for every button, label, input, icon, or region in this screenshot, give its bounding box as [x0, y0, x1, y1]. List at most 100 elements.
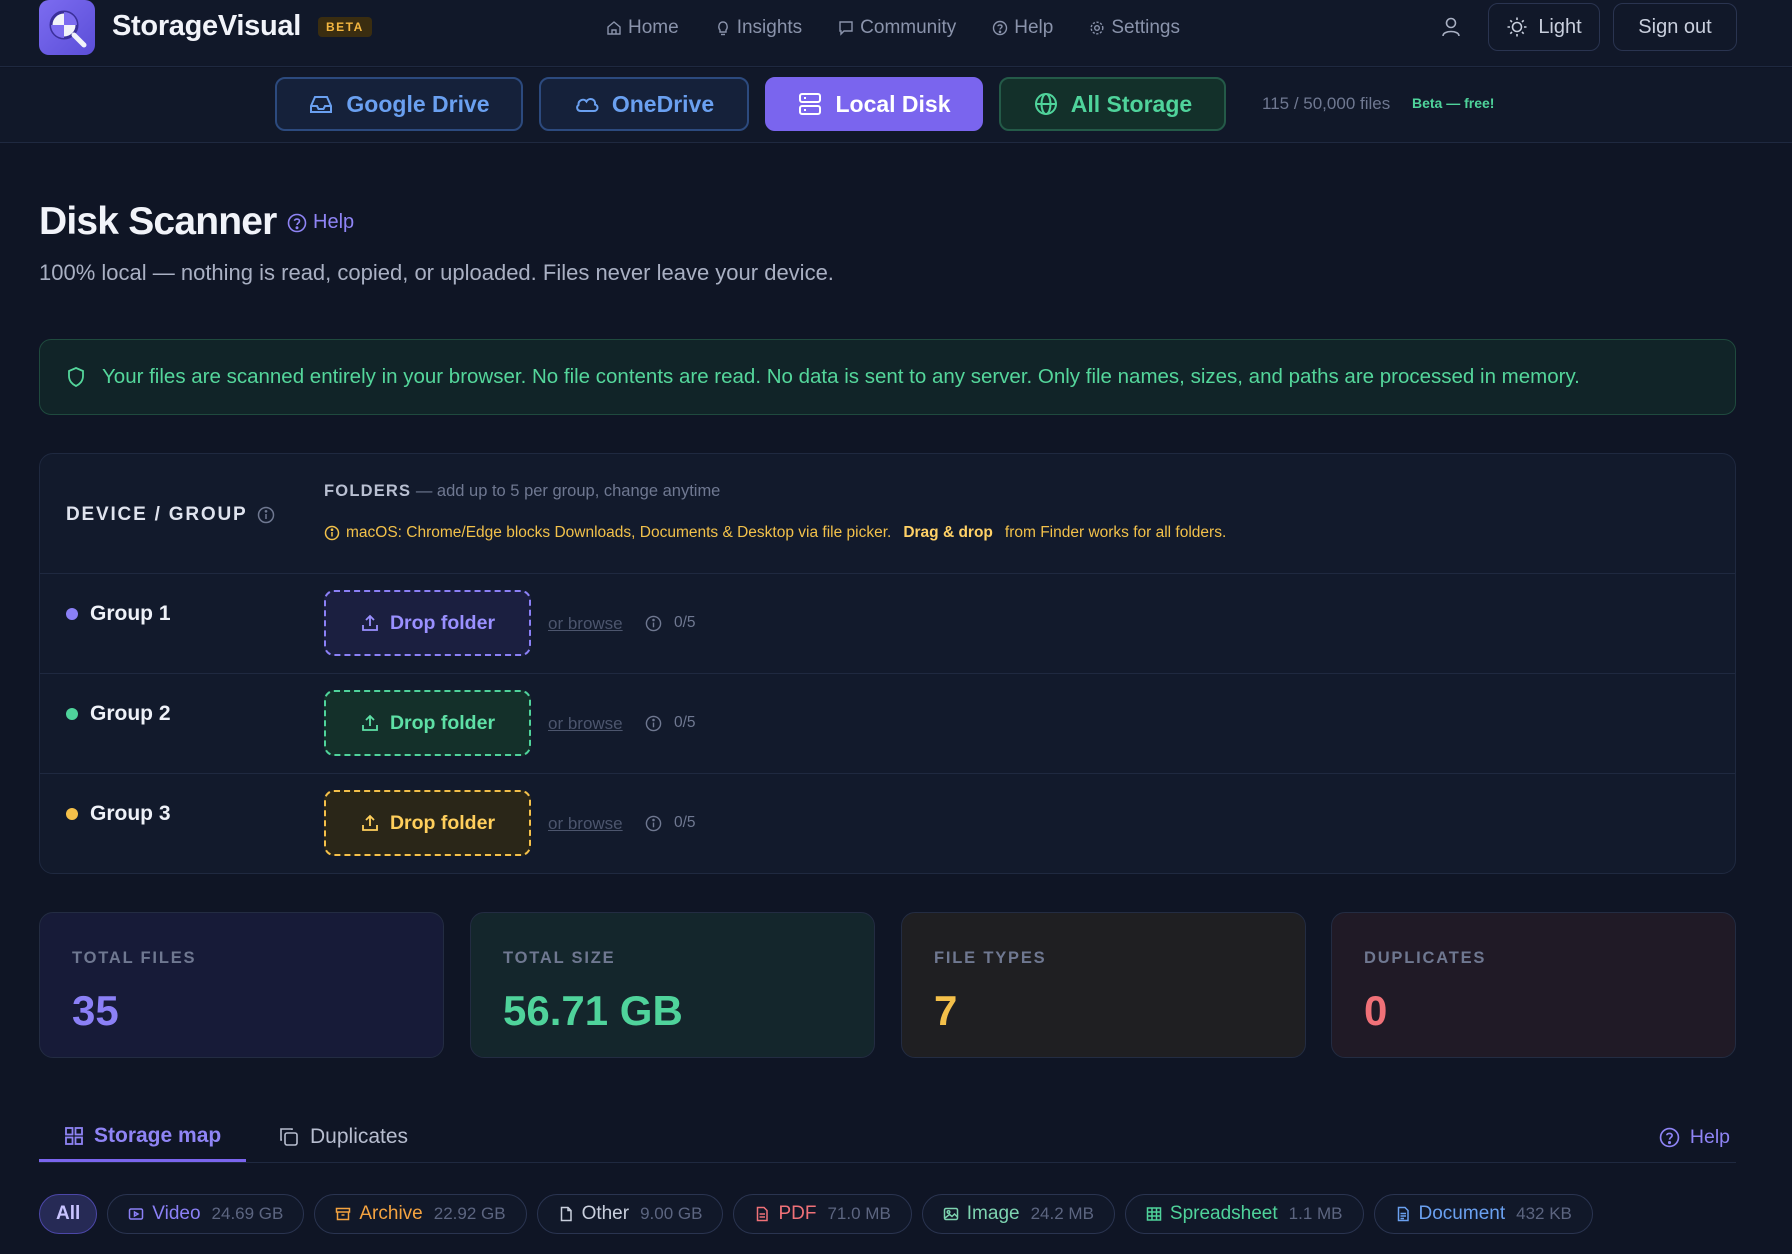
- account-button[interactable]: [1441, 16, 1461, 38]
- browse-link[interactable]: or browse: [548, 814, 623, 834]
- stat-label: TOTAL SIZE: [503, 949, 616, 967]
- filter-label: Document: [1418, 1203, 1506, 1224]
- device-group-heading: DEVICE / GROUP: [66, 504, 275, 526]
- folders-hint: — add up to 5 per group, change anytime: [415, 482, 721, 500]
- info-icon[interactable]: [645, 815, 662, 832]
- tab-local-disk[interactable]: Local Disk: [765, 77, 983, 131]
- chat-icon: [839, 21, 853, 36]
- info-icon[interactable]: [645, 715, 662, 732]
- group-color-dot: [66, 608, 78, 620]
- nav-community[interactable]: Community: [838, 14, 956, 42]
- page-title: Disk Scanner: [39, 200, 277, 243]
- shield-icon: [68, 367, 84, 387]
- app-name[interactable]: StorageVisual: [112, 10, 301, 43]
- stat-label: TOTAL FILES: [72, 949, 197, 967]
- sun-icon: [1507, 17, 1527, 37]
- info-icon[interactable]: [645, 615, 662, 632]
- storage-help-link[interactable]: Help: [1659, 1112, 1730, 1162]
- info-icon[interactable]: [257, 506, 275, 524]
- stat-label: FILE TYPES: [934, 949, 1047, 967]
- nav-home-label: Home: [628, 17, 679, 38]
- filter-label: Spreadsheet: [1169, 1203, 1278, 1224]
- group-row: Group 2 Drop folder or browse 0/5: [40, 674, 1735, 774]
- privacy-notice: Your files are scanned entirely in your …: [39, 339, 1736, 415]
- tab-onedrive[interactable]: OneDrive: [539, 77, 749, 131]
- video-icon: [129, 1208, 144, 1220]
- groups-panel: DEVICE / GROUP FOLDERS — add up to 5 per…: [39, 453, 1736, 874]
- filter-image[interactable]: Image 24.2 MB: [921, 1194, 1115, 1234]
- view-tabs: Storage map Duplicates Help: [39, 1108, 1736, 1163]
- filter-document[interactable]: Document 432 KB: [1373, 1194, 1593, 1234]
- filter-archive[interactable]: Archive 22.92 GB: [314, 1194, 527, 1234]
- filter-spreadsheet[interactable]: Spreadsheet 1.1 MB: [1124, 1194, 1364, 1234]
- drop-folder-zone[interactable]: Drop folder: [324, 790, 531, 856]
- sign-out-button[interactable]: Sign out: [1613, 3, 1737, 51]
- macos-note-text: macOS: Chrome/Edge blocks Downloads, Doc…: [346, 524, 892, 541]
- stat-card-total-files: TOTAL FILES 35: [39, 912, 444, 1058]
- beta-badge: BETA: [318, 17, 372, 37]
- drop-folder-label: Drop folder: [389, 611, 496, 634]
- filter-size: 1.1 MB: [1288, 1204, 1343, 1223]
- filter-all[interactable]: All: [39, 1194, 98, 1234]
- group-name: Group 2: [66, 702, 171, 726]
- filter-label: Video: [152, 1203, 201, 1224]
- filter-other[interactable]: Other 9.00 GB: [536, 1194, 724, 1234]
- main-nav: Home Insights Community Help Settings: [606, 14, 1216, 42]
- app-logo[interactable]: [39, 0, 95, 55]
- filter-size: 24.2 MB: [1030, 1204, 1094, 1223]
- tab-all-storage[interactable]: All Storage: [999, 77, 1226, 131]
- stats-cards: TOTAL FILES 35 TOTAL SIZE 56.71 GB FILE …: [39, 912, 1736, 1058]
- magnifier-logo-icon: [49, 10, 87, 47]
- stat-label: DUPLICATES: [1364, 949, 1487, 967]
- drop-folder-label: Drop folder: [389, 811, 496, 834]
- nav-insights[interactable]: Insights: [715, 14, 802, 42]
- tab-google-drive[interactable]: Google Drive: [275, 77, 523, 131]
- group-name: Group 3: [66, 802, 171, 826]
- filter-label: Image: [966, 1203, 1020, 1224]
- drive-icon: [310, 96, 333, 113]
- archive-icon: [336, 1207, 351, 1221]
- copy-icon: [280, 1128, 298, 1146]
- nav-help-label: Help: [1014, 17, 1054, 38]
- filter-pdf[interactable]: PDF 71.0 MB: [733, 1194, 912, 1234]
- cloud-icon: [576, 98, 599, 112]
- macos-note-after: from Finder works for all folders.: [1004, 524, 1227, 541]
- nav-settings[interactable]: Settings: [1089, 14, 1180, 42]
- tab-storage-map[interactable]: Storage map: [39, 1112, 246, 1162]
- filter-size: 71.0 MB: [827, 1204, 891, 1223]
- nav-settings-label: Settings: [1111, 17, 1180, 38]
- browse-link[interactable]: or browse: [548, 714, 623, 734]
- drop-folder-label: Drop folder: [389, 711, 496, 734]
- filter-size: 24.69 GB: [211, 1204, 284, 1223]
- stat-value: 35: [72, 987, 119, 1034]
- groups-panel-header: DEVICE / GROUP FOLDERS — add up to 5 per…: [40, 454, 1735, 574]
- group-info: 0/5: [645, 714, 696, 732]
- browse-link[interactable]: or browse: [548, 614, 623, 634]
- top-navbar: StorageVisual BETA Home Insights Communi…: [0, 0, 1792, 67]
- theme-toggle-label: Light: [1538, 15, 1582, 38]
- drop-folder-zone[interactable]: Drop folder: [324, 690, 531, 756]
- globe-icon: [1034, 93, 1057, 115]
- filter-video[interactable]: Video 24.69 GB: [107, 1194, 305, 1234]
- group-name-label: Group 3: [90, 802, 171, 825]
- filter-size: 22.92 GB: [433, 1204, 506, 1223]
- title-help-link[interactable]: Help: [287, 211, 354, 234]
- help-icon: [287, 213, 307, 232]
- lightbulb-icon: [717, 21, 728, 36]
- group-name-label: Group 2: [90, 702, 171, 725]
- nav-insights-label: Insights: [736, 17, 803, 38]
- drop-folder-zone[interactable]: Drop folder: [324, 590, 531, 656]
- stat-value: 7: [934, 987, 958, 1034]
- group-row: Group 3 Drop folder or browse 0/5: [40, 774, 1735, 874]
- spreadsheet-icon: [1146, 1207, 1162, 1221]
- nav-home[interactable]: Home: [606, 14, 679, 42]
- privacy-notice-text: Your files are scanned entirely in your …: [102, 365, 1580, 388]
- file-icon: [560, 1206, 572, 1222]
- folders-heading: FOLDERS — add up to 5 per group, change …: [324, 482, 720, 501]
- nav-help[interactable]: Help: [992, 14, 1053, 42]
- theme-toggle-button[interactable]: Light: [1488, 3, 1600, 51]
- filter-label: PDF: [778, 1203, 817, 1224]
- filter-label: All: [56, 1203, 81, 1224]
- document-icon: [1397, 1206, 1409, 1222]
- tab-duplicates[interactable]: Duplicates: [278, 1112, 408, 1162]
